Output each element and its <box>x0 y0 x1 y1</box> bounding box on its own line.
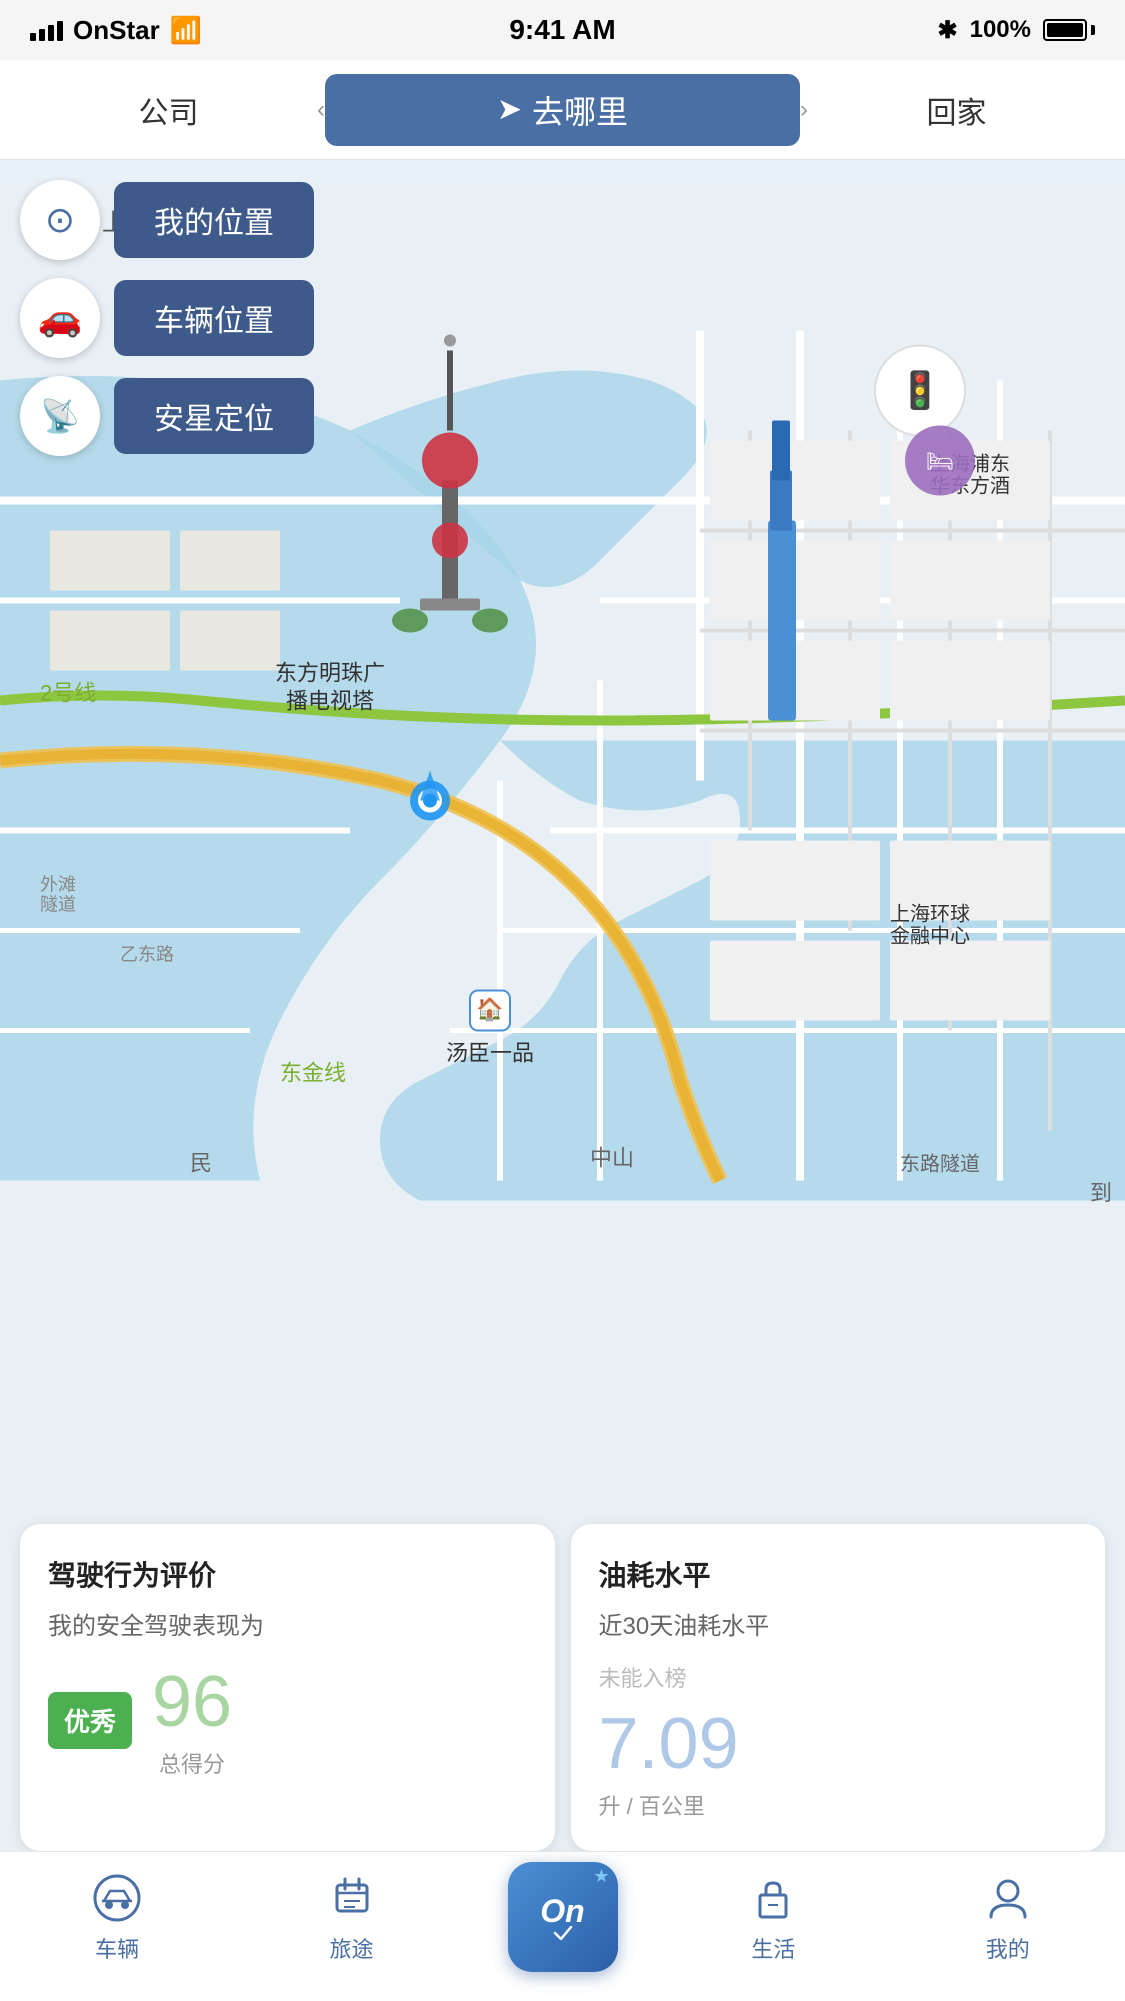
tab-life[interactable]: 生活 <box>656 1870 890 1964</box>
my-location-row: ⊙ 我的位置 <box>20 180 314 260</box>
life-icon <box>745 1870 801 1926</box>
score-area: 96 总得分 <box>152 1661 232 1779</box>
tab-vehicle[interactable]: 车辆 <box>0 1870 234 1964</box>
svg-text:金融中心: 金融中心 <box>890 925 970 948</box>
onstar-center-button[interactable]: On <box>508 1862 618 1972</box>
svg-text:2号线: 2号线 <box>40 681 96 706</box>
fuel-unit: 升 / 百公里 <box>599 1789 1078 1821</box>
cards-area: 驾驶行为评价 我的安全驾驶表现为 优秀 96 总得分 油耗水平 近30天油耗水平… <box>0 1524 1125 1851</box>
location-buttons-group: ⊙ 我的位置 🚗 车辆位置 📡 安星定位 <box>20 180 314 456</box>
navigate-icon: ➤ <box>497 92 522 127</box>
svg-text:汤臣一品: 汤臣一品 <box>446 1041 534 1066</box>
mine-icon <box>980 1870 1036 1926</box>
car-location-row: 🚗 车辆位置 <box>20 278 314 358</box>
svg-text:隧道: 隧道 <box>40 895 76 915</box>
life-tab-label: 生活 <box>751 1932 795 1964</box>
car-location-icon-btn[interactable]: 🚗 <box>20 278 100 358</box>
tab-mine[interactable]: 我的 <box>891 1870 1125 1964</box>
wifi-icon: 📶 <box>170 15 202 46</box>
score-label: 总得分 <box>152 1747 232 1779</box>
home-label: 回家 <box>927 88 987 132</box>
driving-behavior-subtitle: 我的安全驾驶表现为 <box>48 1606 527 1641</box>
car-location-button[interactable]: 车辆位置 <box>114 280 314 356</box>
signal-icon <box>30 19 63 41</box>
excellent-badge: 优秀 <box>48 1692 132 1749</box>
svg-text:外滩: 外滩 <box>40 875 76 895</box>
company-button[interactable]: 公司 <box>20 88 317 132</box>
onstar-on-text: On <box>540 1893 584 1930</box>
my-location-button[interactable]: 我的位置 <box>114 182 314 258</box>
svg-text:东路隧道: 东路隧道 <box>900 1153 980 1176</box>
tab-bar: 车辆 旅途 On <box>0 1851 1125 2001</box>
svg-text:东方明珠广: 东方明珠广 <box>275 661 385 686</box>
left-chevron[interactable]: ‹ <box>317 96 325 124</box>
vehicle-icon <box>89 1870 145 1926</box>
status-left: OnStar 📶 <box>30 15 202 46</box>
company-label: 公司 <box>138 88 198 132</box>
my-location-icon-btn[interactable]: ⊙ <box>20 180 100 260</box>
onstar-location-icon-btn[interactable]: 📡 <box>20 376 100 456</box>
car-icon: 🚗 <box>38 297 83 339</box>
svg-text:乙东路: 乙东路 <box>120 945 174 965</box>
driving-behavior-card[interactable]: 驾驶行为评价 我的安全驾驶表现为 优秀 96 总得分 <box>20 1524 555 1851</box>
fuel-level-card[interactable]: 油耗水平 近30天油耗水平 未能入榜 7.09 升 / 百公里 <box>571 1524 1106 1851</box>
status-time: 9:41 AM <box>509 14 615 46</box>
crosshair-icon: ⊙ <box>45 199 75 241</box>
score-value: 96 <box>152 1661 232 1743</box>
top-nav: 公司 ‹ ➤ 去哪里 › 回家 <box>0 60 1125 160</box>
onstar-location-button[interactable]: 安星定位 <box>114 378 314 454</box>
battery-icon <box>1043 19 1095 41</box>
tab-onstar[interactable]: On <box>469 1862 657 1972</box>
where-to-label: 去哪里 <box>532 87 628 133</box>
svg-text:🚦: 🚦 <box>898 370 943 411</box>
trip-tab-label: 旅途 <box>330 1932 374 1964</box>
fuel-value: 7.09 <box>599 1703 1078 1785</box>
driving-behavior-content: 优秀 96 总得分 <box>48 1661 527 1779</box>
trip-icon <box>324 1870 380 1926</box>
fuel-level-title: 油耗水平 <box>599 1554 1078 1594</box>
tab-trip[interactable]: 旅途 <box>234 1870 468 1964</box>
home-button[interactable]: 回家 <box>808 88 1105 132</box>
mine-tab-label: 我的 <box>986 1932 1030 1964</box>
svg-text:到: 到 <box>1090 1181 1112 1206</box>
fuel-period-label: 近30天油耗水平 <box>599 1606 1078 1641</box>
svg-text:上海环球: 上海环球 <box>890 903 970 926</box>
svg-text:🏠: 🏠 <box>476 997 503 1022</box>
where-to-button[interactable]: ➤ 去哪里 <box>325 74 800 146</box>
carrier-label: OnStar <box>73 15 160 46</box>
onstar-location-row: 📡 安星定位 <box>20 376 314 456</box>
status-bar: OnStar 📶 9:41 AM ✱ 100% <box>0 0 1125 60</box>
svg-text:东金线: 东金线 <box>280 1061 346 1086</box>
svg-text:🛏: 🛏 <box>926 449 954 474</box>
battery-label: 100% <box>970 16 1031 44</box>
driving-behavior-title: 驾驶行为评价 <box>48 1554 527 1594</box>
wifi-antenna-icon: 📡 <box>40 397 80 435</box>
badge-label: 优秀 <box>48 1692 132 1749</box>
right-chevron[interactable]: › <box>800 96 808 124</box>
svg-text:播电视塔: 播电视塔 <box>286 689 374 714</box>
svg-text:民: 民 <box>190 1151 212 1176</box>
fuel-rank-note: 未能入榜 <box>599 1661 1078 1693</box>
svg-text:中山: 中山 <box>590 1146 634 1171</box>
vehicle-tab-label: 车辆 <box>95 1932 139 1964</box>
status-right: ✱ 100% <box>938 16 1096 45</box>
bluetooth-icon: ✱ <box>938 16 958 45</box>
